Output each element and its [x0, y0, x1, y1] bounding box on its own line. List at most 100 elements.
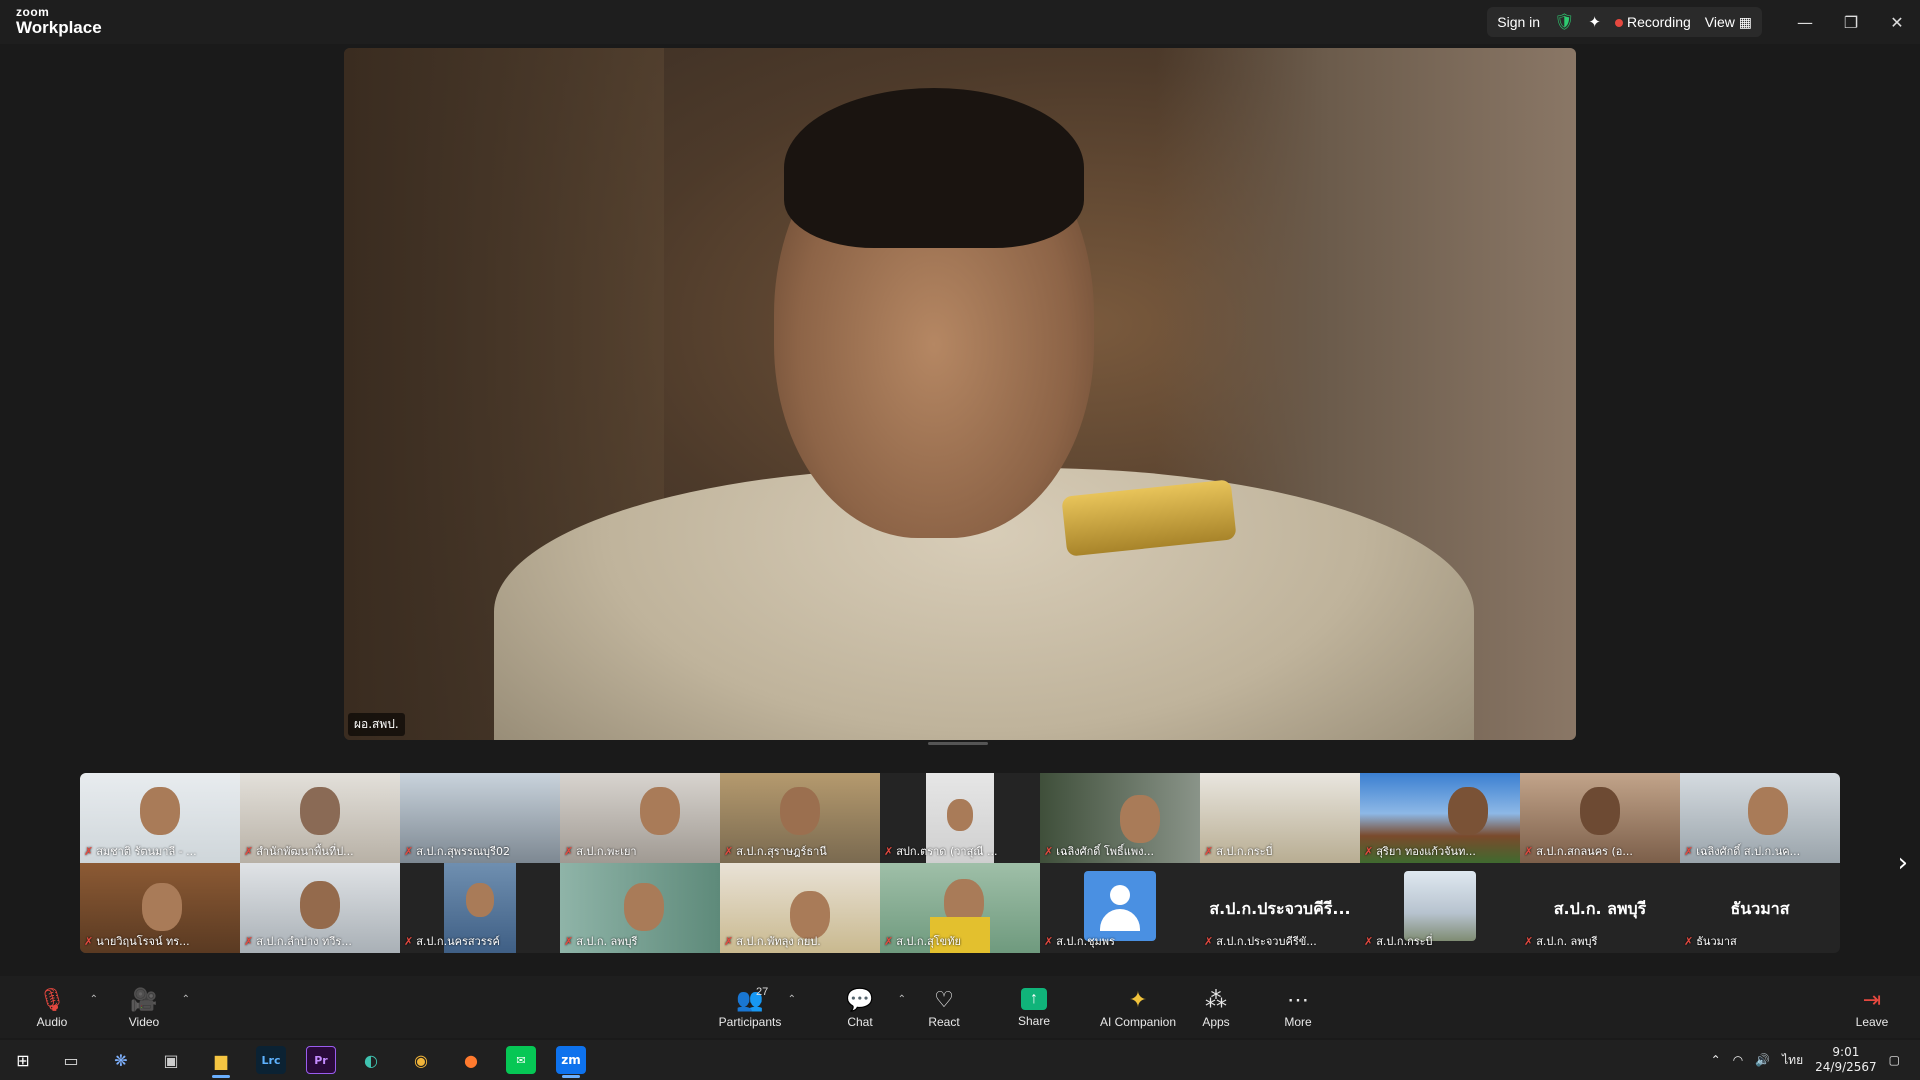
participant-name: ✗ ส.ป.ก.พะเยา [564, 842, 716, 860]
participant-name: ✗ ส.ป.ก.ลำปาง ทวีร... [244, 932, 396, 950]
participant-tile[interactable]: ✗ ส.ป.ก.พัทลุง กยป. [720, 863, 880, 953]
more-button[interactable]: ⋯ More [1258, 980, 1338, 1036]
participant-tile[interactable]: ✗ ส.ป.ก.พะเยา [560, 773, 720, 863]
zoom-app-icon[interactable]: zm [556, 1046, 586, 1078]
view-button[interactable]: View ▦ [1705, 14, 1752, 31]
participant-face [466, 883, 494, 917]
restore-button[interactable]: ❐ [1828, 0, 1874, 44]
participant-tile[interactable]: ✗ ส.ป.ก. ลพบุรี [560, 863, 720, 953]
clock[interactable]: 9:01 24/9/2567 [1815, 1045, 1877, 1075]
participant-name: ✗ สำนักพัฒนาพื้นที่ป... [244, 842, 396, 860]
share-button[interactable]: ↑ Share [994, 980, 1074, 1036]
participant-name: ✗ ส.ป.ก.สุโขทัย [884, 932, 1036, 950]
close-button[interactable]: ✕ [1874, 0, 1920, 44]
participant-tile[interactable]: ส.ป.ก. ลพบุรี ✗ ส.ป.ก. ลพบุรี [1520, 863, 1680, 953]
notification-icon[interactable]: ▢ [1889, 1053, 1900, 1067]
participant-name-text: สปก.ตราด (วาสุณี ... [896, 845, 998, 858]
title-bar: zoom Workplace Sign in 🛡 ✦ Recording Vie… [0, 0, 1920, 44]
participant-tile[interactable]: ส.ป.ก.ประจวบคีรี... ✗ ส.ป.ก.ประจวบคีรีขั..… [1200, 863, 1360, 953]
participant-name: ✗ ส.ป.ก.ประจวบคีรีขั... [1204, 932, 1356, 950]
chat-bubble-icon: 💬 [846, 987, 874, 1012]
edge-browser-icon[interactable]: ◐ [356, 1046, 386, 1074]
ai-sparkle-icon[interactable]: ✦ [1588, 13, 1601, 31]
participant-name: ✗ เฉลิงศักดิ์ ส.ป.ก.นค... [1684, 842, 1836, 860]
task-view-icon[interactable]: ▭ [56, 1046, 86, 1074]
participant-avatar-image [1404, 871, 1476, 941]
participant-name-text: ส.ป.ก.สกลนคร (อ... [1536, 845, 1633, 858]
volume-icon[interactable]: 🔊 [1755, 1053, 1770, 1067]
audio-button[interactable]: 🎙 Audio ⌃ [12, 980, 98, 1036]
firefox-browser-icon[interactable]: ● [456, 1046, 486, 1074]
video-label: Video [128, 1015, 160, 1029]
apps-button[interactable]: ⁂ Apps [1176, 980, 1256, 1036]
premiere-icon[interactable]: Pr [306, 1046, 336, 1074]
mic-muted-icon: ✗ [84, 934, 94, 948]
participant-tile[interactable]: ✗ ส.ป.ก.ลำปาง ทวีร... [240, 863, 400, 953]
mic-muted-icon: ✗ [404, 934, 414, 948]
system-tray: ⌃ ◠ 🔊 ไทย 9:01 24/9/2567 ▢ [1711, 1040, 1900, 1080]
clock-date: 24/9/2567 [1815, 1060, 1877, 1074]
participant-name-text: สำนักพัฒนาพื้นที่ป... [256, 845, 354, 858]
audio-options-caret-icon[interactable]: ⌃ [90, 994, 98, 1005]
speaker-hair [784, 88, 1084, 248]
participant-tile[interactable]: ✗ เฉลิงศักดิ์ ส.ป.ก.นค... [1680, 773, 1840, 863]
video-options-caret-icon[interactable]: ⌃ [182, 994, 190, 1005]
participant-face [947, 799, 973, 831]
ai-companion-button[interactable]: ✦ AI Companion [1088, 980, 1188, 1036]
leave-button[interactable]: ⇥ Leave [1832, 980, 1912, 1036]
participant-name-text: ส.ป.ก.สุโขทัย [896, 935, 961, 948]
participant-tile[interactable]: ✗ ส.ป.ก.สกลนคร (อ... [1520, 773, 1680, 863]
participant-name: ✗ ส.ป.ก.สุราษฎร์ธานี [724, 842, 876, 860]
input-language[interactable]: ไทย [1782, 1051, 1803, 1070]
recording-dot-icon [1614, 19, 1623, 27]
participant-tile[interactable]: ✗ นายวิฤนโรจน์ ทร... [80, 863, 240, 953]
react-button[interactable]: ♡ React [904, 980, 984, 1036]
participant-tile[interactable]: ✗ ส.ป.ก.ชุมพร [1040, 863, 1200, 953]
lightroom-icon[interactable]: Lrc [256, 1046, 286, 1074]
mic-muted-icon: ✗ [1364, 934, 1374, 948]
participant-tile[interactable]: ✗ ส.ป.ก.กระบี่ [1360, 863, 1520, 953]
participant-tile[interactable]: ✗ สุริยา ทองแก้วจันท... [1360, 773, 1520, 863]
participants-options-caret-icon[interactable]: ⌃ [788, 994, 796, 1005]
participant-tile[interactable]: ✗ ส.ป.ก.กระบี่ [1200, 773, 1360, 863]
copilot-icon[interactable]: ❋ [106, 1046, 136, 1074]
participant-tile[interactable]: ✗ สำนักพัฒนาพื้นที่ป... [240, 773, 400, 863]
participant-tile[interactable]: ✗ ส.ป.ก.สุพรรณบุรี02 [400, 773, 560, 863]
mic-muted-icon: ✗ [884, 844, 894, 858]
participant-name-text: ส.ป.ก. ลพบุรี [576, 935, 638, 948]
clock-time: 9:01 [1832, 1045, 1860, 1059]
mic-muted-icon: ✗ [1524, 844, 1534, 858]
apps-grid-icon: ⁂ [1205, 987, 1227, 1012]
gallery-next-page-chevron-icon[interactable]: › [1898, 848, 1908, 878]
mic-muted-icon: ✗ [244, 934, 254, 948]
participant-name-text: ส.ป.ก.นครสวรรค์ [416, 935, 500, 948]
participant-tile[interactable]: ✗ สมชาติ รัตนมาลี - ... [80, 773, 240, 863]
security-shield-icon[interactable]: 🛡 [1554, 12, 1574, 32]
chat-button[interactable]: 💬 Chat ⌃ [820, 980, 906, 1036]
minimize-button[interactable]: — [1782, 0, 1828, 44]
participant-tile[interactable]: ✗ สปก.ตราด (วาสุณี ... [880, 773, 1040, 863]
participants-button[interactable]: 👥 27 Participants ⌃ [710, 980, 796, 1036]
participant-tile[interactable]: ✗ เฉลิงศักดิ์ โพธิ์แพง... [1040, 773, 1200, 863]
participant-face [140, 787, 180, 835]
view-label: View [1704, 13, 1735, 30]
resize-handle[interactable] [928, 742, 988, 745]
video-button[interactable]: 🎥 Video ⌃ [104, 980, 190, 1036]
recording-indicator[interactable]: Recording [1614, 14, 1691, 30]
app-icon[interactable]: ▣ [156, 1046, 186, 1074]
sign-in-button[interactable]: Sign in [1497, 14, 1540, 30]
active-speaker-video[interactable]: ผอ.สพป. [344, 48, 1576, 740]
line-app-icon[interactable]: ✉ [506, 1046, 536, 1074]
chat-label: Chat [847, 1015, 873, 1029]
participant-tile[interactable]: ✗ ส.ป.ก.นครสวรรค์ [400, 863, 560, 953]
participant-face [1448, 787, 1488, 835]
wifi-icon[interactable]: ◠ [1733, 1053, 1743, 1067]
chrome-browser-icon[interactable]: ◉ [406, 1046, 436, 1074]
participant-tile[interactable]: ✗ ส.ป.ก.สุราษฎร์ธานี [720, 773, 880, 863]
chevron-up-icon[interactable]: ⌃ [1711, 1053, 1721, 1067]
mic-muted-icon: ✗ [1524, 934, 1534, 948]
file-explorer-icon[interactable]: ▆ [206, 1046, 236, 1078]
participant-tile[interactable]: ธันวมาส ✗ ธันวมาส [1680, 863, 1840, 953]
participant-tile[interactable]: ✗ ส.ป.ก.สุโขทัย [880, 863, 1040, 953]
windows-start-icon[interactable]: ⊞ [8, 1046, 38, 1074]
